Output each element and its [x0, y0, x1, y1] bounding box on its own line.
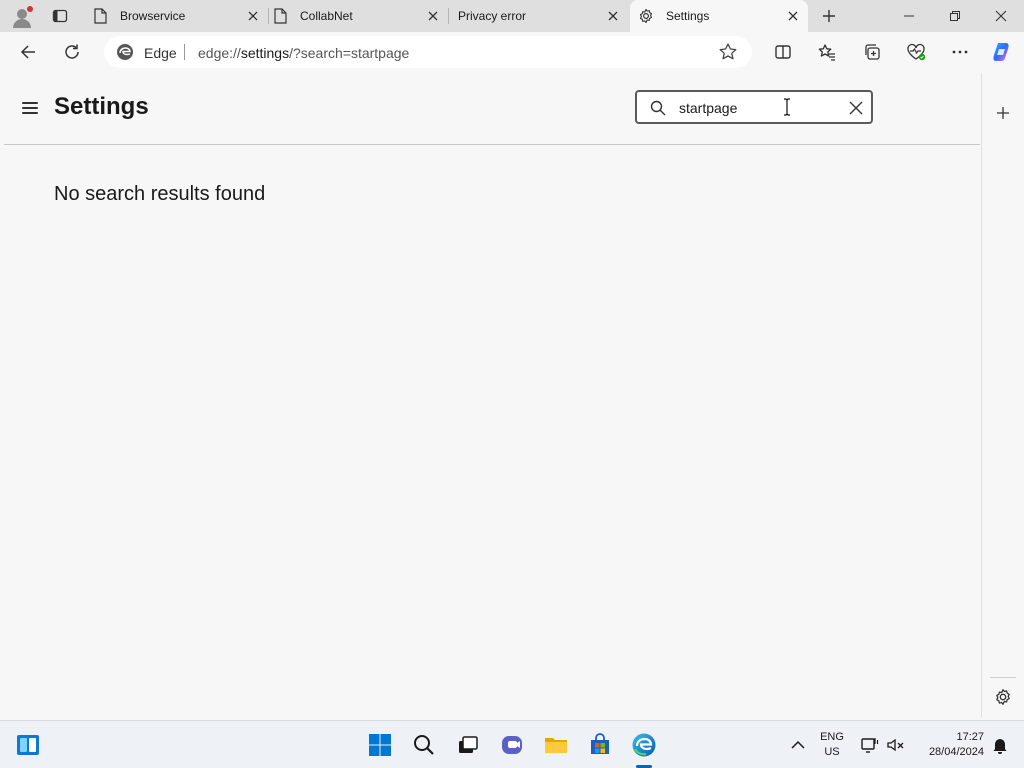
windows-start-icon [369, 734, 391, 756]
favorites-button[interactable] [812, 37, 842, 67]
address-separator [184, 44, 185, 60]
no-results-message: No search results found [54, 183, 266, 205]
text-cursor-icon [784, 98, 790, 116]
browser-toolbar: Edge edge://settings/?search=startpage [0, 32, 1024, 72]
tab-strip: Browservice CollabNet Privacy error Sett… [0, 0, 1024, 32]
settings-search-box[interactable] [635, 90, 873, 124]
sidebar-divider [990, 677, 1016, 678]
tab-title: Browservice [120, 9, 186, 23]
refresh-icon [65, 44, 79, 59]
copilot-button[interactable] [987, 37, 1017, 67]
collections-icon [865, 44, 880, 60]
tab-collabnet[interactable]: CollabNet [272, 0, 448, 32]
restore-button[interactable] [932, 0, 978, 32]
edge-sidebar [981, 73, 1024, 717]
address-bar[interactable]: Edge edge://settings/?search=startpage [104, 36, 752, 68]
gear-icon [638, 8, 654, 24]
store-icon [591, 733, 609, 754]
settings-page: Settings No search results found [4, 73, 980, 717]
plus-icon [997, 107, 1009, 119]
notifications-button[interactable] [984, 729, 1016, 761]
search-taskbar-button[interactable] [408, 729, 440, 761]
edge-browser-icon [632, 733, 656, 757]
plus-icon [823, 10, 835, 22]
split-screen-icon [775, 45, 791, 59]
language-indicator[interactable]: ENG US [812, 730, 852, 760]
tab-title: Privacy error [458, 9, 527, 23]
task-view-icon [459, 736, 478, 753]
volume-tray-icon[interactable] [880, 729, 912, 761]
copilot-icon [993, 43, 1009, 61]
site-label: Edge [144, 45, 177, 61]
url-text: edge://settings/?search=startpage [198, 45, 410, 61]
back-button[interactable] [13, 37, 43, 67]
store-button[interactable] [584, 729, 616, 761]
search-input[interactable] [679, 98, 839, 118]
refresh-button[interactable] [57, 37, 87, 67]
tab-browservice[interactable]: Browservice [92, 0, 268, 32]
show-hidden-icons-button[interactable] [782, 729, 814, 761]
favorites-icon [818, 44, 835, 61]
page-icon [272, 8, 288, 24]
tab-separator [448, 8, 449, 24]
sidebar-settings-button[interactable] [991, 685, 1015, 709]
start-button[interactable] [364, 729, 396, 761]
tab-actions-icon[interactable] [47, 4, 73, 28]
tab-close-icon[interactable] [244, 7, 262, 25]
profile-avatar[interactable] [8, 4, 36, 28]
more-options-button[interactable] [945, 37, 975, 67]
tab-separator [268, 8, 269, 24]
folder-icon [545, 738, 567, 753]
file-explorer-button[interactable] [540, 729, 572, 761]
edge-taskbar-button[interactable] [628, 729, 660, 761]
widgets-button[interactable] [12, 729, 44, 761]
minimize-icon [904, 15, 914, 17]
windows-taskbar: ENG US 17:27 28/04/2024 [0, 720, 1024, 768]
close-icon [995, 10, 1007, 22]
favorite-star-icon[interactable] [718, 42, 738, 62]
chevron-up-icon [791, 740, 805, 749]
page-title: Settings [54, 93, 149, 120]
tab-close-icon[interactable] [604, 7, 622, 25]
task-view-button[interactable] [452, 729, 484, 761]
settings-header: Settings [4, 73, 980, 145]
heart-pulse-icon [907, 43, 926, 61]
search-icon [650, 100, 666, 116]
restore-icon [950, 11, 960, 21]
search-icon [414, 735, 434, 755]
minimize-button[interactable] [886, 0, 932, 32]
tab-close-icon[interactable] [424, 7, 442, 25]
back-arrow-icon [20, 45, 35, 59]
new-tab-button[interactable] [816, 4, 842, 28]
browser-essentials-button[interactable] [901, 37, 931, 67]
tab-title: CollabNet [300, 9, 353, 23]
tab-close-icon[interactable] [784, 7, 802, 25]
tab-settings[interactable]: Settings [630, 0, 808, 32]
clear-search-icon[interactable] [847, 99, 865, 117]
gear-icon [996, 689, 1010, 705]
monitor-network-icon [861, 738, 879, 753]
split-screen-button[interactable] [768, 37, 798, 67]
notification-bell-icon [993, 737, 1007, 754]
collections-button[interactable] [857, 37, 887, 67]
tab-title: Settings [666, 9, 710, 23]
widgets-icon [17, 735, 39, 755]
close-window-button[interactable] [978, 0, 1024, 32]
menu-hamburger-icon[interactable] [22, 99, 42, 119]
edge-logo-icon [117, 44, 133, 60]
chat-icon [502, 736, 522, 754]
notification-dot [27, 6, 33, 12]
tab-privacy-error[interactable]: Privacy error [452, 0, 628, 32]
sidebar-add-button[interactable] [991, 101, 1015, 125]
clock[interactable]: 17:27 28/04/2024 [914, 730, 984, 760]
teams-chat-button[interactable] [496, 729, 528, 761]
more-horizontal-icon [952, 50, 968, 54]
page-icon [92, 8, 108, 24]
speaker-muted-icon [887, 738, 904, 752]
